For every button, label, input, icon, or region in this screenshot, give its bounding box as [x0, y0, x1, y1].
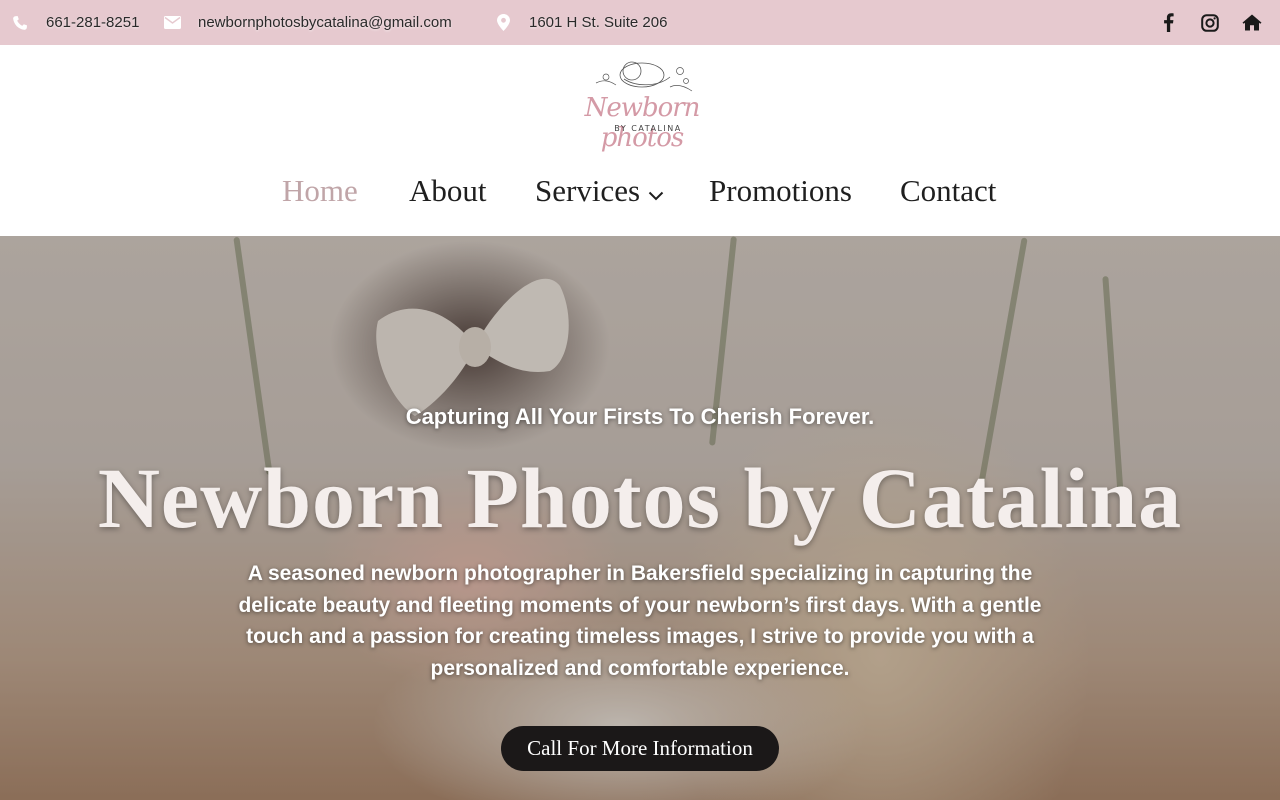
phone-icon [11, 14, 29, 32]
social-links [1156, 0, 1264, 45]
address-contact[interactable]: 1601 H St. Suite 206 [494, 0, 667, 45]
facebook-icon[interactable] [1156, 11, 1180, 35]
logo-subtitle: BY CATALINA [614, 124, 682, 133]
home-icon[interactable] [1240, 11, 1264, 35]
map-pin-icon [494, 14, 512, 32]
nav-promotions[interactable]: Promotions [709, 173, 852, 209]
top-contact-bar: 661-281-8251 newbornphotosbycatalina@gma… [0, 0, 1280, 45]
email-address: newbornphotosbycatalina@gmail.com [198, 14, 452, 31]
email-contact[interactable]: newbornphotosbycatalina@gmail.com [163, 0, 452, 45]
nav-services-label: Services [535, 173, 641, 208]
nav-about[interactable]: About [409, 173, 487, 209]
hero-description: A seasoned newborn photographer in Baker… [238, 562, 1042, 680]
street-address: 1601 H St. Suite 206 [529, 14, 668, 31]
chevron-down-icon[interactable] [648, 173, 664, 209]
nav-home[interactable]: Home [282, 173, 358, 209]
phone-number: 661-281-8251 [46, 14, 140, 31]
instagram-icon[interactable] [1198, 11, 1222, 35]
hero-title: Newborn Photos by Catalina [97, 450, 1183, 546]
phone-contact[interactable]: 661-281-8251 [11, 0, 139, 45]
envelope-icon [163, 14, 181, 32]
main-navigation: Home About Services Promotions Contact [0, 173, 1280, 213]
call-for-info-button[interactable]: Call For More Information [501, 726, 779, 771]
nav-contact[interactable]: Contact [900, 173, 996, 209]
nav-services[interactable]: Services [535, 173, 664, 209]
hero-section: Capturing All Your Firsts To Cherish For… [0, 236, 1280, 800]
site-header: Newborn photos BY CATALINA Home About Se… [0, 45, 1280, 236]
site-logo[interactable]: Newborn photos BY CATALINA [560, 57, 720, 153]
logo-script-text: Newborn photos [584, 93, 701, 153]
hero-tagline: Capturing All Your Firsts To Cherish For… [405, 404, 875, 429]
